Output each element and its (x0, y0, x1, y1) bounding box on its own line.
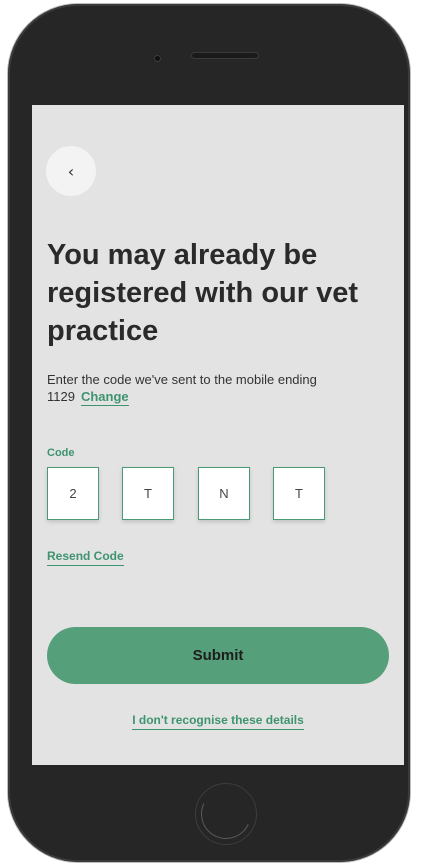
earpiece-speaker (192, 53, 258, 58)
change-link[interactable]: Change (80, 389, 129, 406)
code-digit-4[interactable] (273, 467, 325, 520)
dont-recognise-container: I don't recognise these details (32, 709, 404, 730)
code-digit-1[interactable] (47, 467, 99, 520)
home-button[interactable] (195, 783, 257, 845)
instruction-text: Enter the code we've sent to the mobile … (47, 371, 397, 406)
submit-button[interactable]: Submit (47, 627, 389, 684)
app-screen: ‹ You may already be registered with our… (32, 105, 404, 765)
code-label: Code (47, 447, 75, 459)
dont-recognise-link[interactable]: I don't recognise these details (132, 713, 304, 730)
page-title: You may already be registered with our v… (47, 239, 359, 347)
resend-code-link[interactable]: Resend Code (47, 549, 124, 566)
chevron-left-icon: ‹ (67, 161, 75, 181)
code-digit-2[interactable] (122, 467, 174, 520)
front-camera (155, 56, 160, 61)
back-button[interactable]: ‹ (46, 146, 96, 196)
code-digit-3[interactable] (198, 467, 250, 520)
